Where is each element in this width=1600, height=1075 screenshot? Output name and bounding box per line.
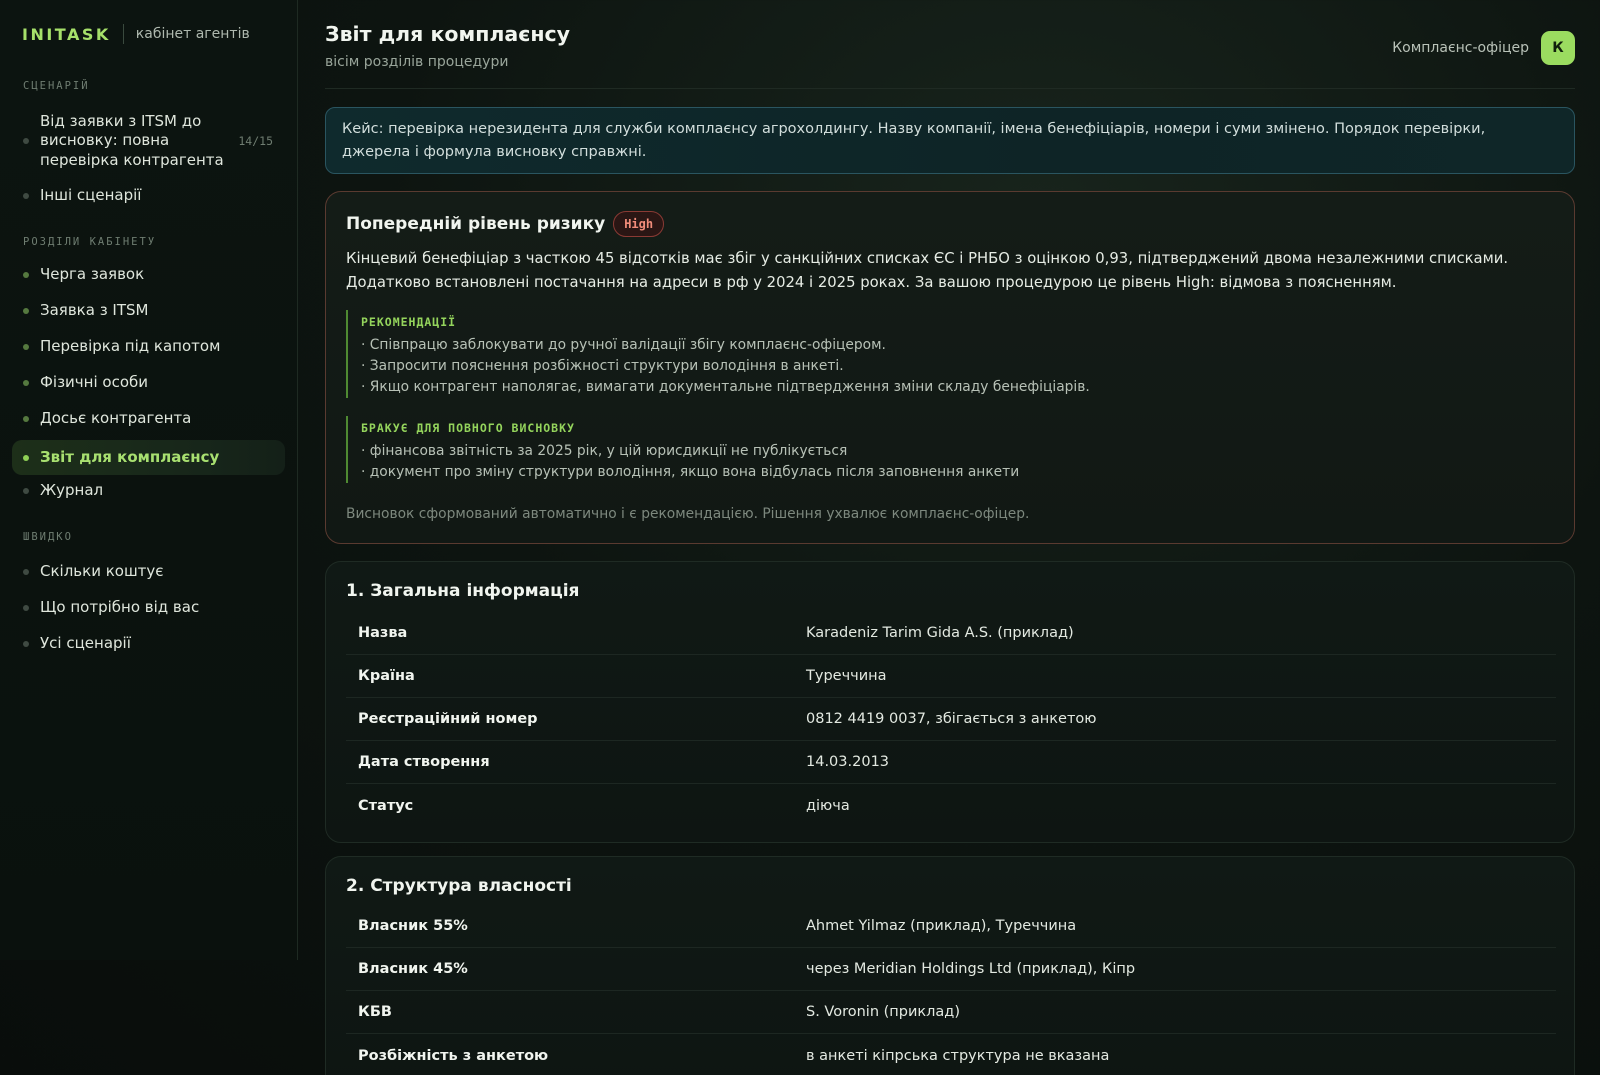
sidebar-item-label: Черга заявок bbox=[40, 265, 145, 284]
brand-subtitle: кабінет агентів bbox=[135, 26, 250, 42]
table-row: Власник 45% через Meridian Holdings Ltd … bbox=[346, 948, 1556, 991]
brand-divider bbox=[122, 24, 124, 44]
recommendation-item: · Якщо контрагент наполягає, вимагати до… bbox=[361, 379, 1090, 395]
ownership-structure-card: 2. Структура власності Власник 55% Ahmet… bbox=[325, 856, 1575, 1075]
row-value: Karadeniz Tarim Gida A.S. (приклад) bbox=[806, 625, 1074, 641]
section-title-scenario: СЦЕНАРІЙ bbox=[23, 80, 90, 92]
row-key: Дата створення bbox=[358, 754, 490, 770]
general-info-card: 1. Загальна інформація Назва Karadeniz T… bbox=[325, 561, 1575, 843]
bullet-icon bbox=[23, 138, 29, 144]
recommendations-title: РЕКОМЕНДАЦІЇ bbox=[361, 315, 457, 329]
risk-footnote: Висновок сформований автоматично і є рек… bbox=[346, 506, 1030, 522]
sidebar-item-requirements[interactable]: Що потрібно від вас bbox=[12, 594, 285, 622]
missing-data-title: БРАКУЄ ДЛЯ ПОВНОГО ВИСНОВКУ bbox=[361, 421, 575, 435]
bullet-icon bbox=[23, 308, 29, 314]
user-role: Комплаєнс-офіцер bbox=[1392, 40, 1529, 56]
sidebar-item-label: Що потрібно від вас bbox=[40, 598, 200, 617]
section-title-cabinet: РОЗДІЛИ КАБІНЕТУ bbox=[23, 236, 157, 248]
row-key: КБВ bbox=[358, 1004, 392, 1020]
sidebar-item-pricing[interactable]: Скільки коштує bbox=[12, 558, 285, 586]
row-key: Розбіжність з анкетою bbox=[358, 1047, 549, 1064]
row-key: Власник 45% bbox=[358, 961, 468, 977]
recommendation-item: · Співпрацю заблокувати до ручної валіда… bbox=[361, 337, 886, 353]
user-menu[interactable]: Комплаєнс-офіцер К bbox=[1392, 31, 1575, 65]
bullet-icon bbox=[23, 416, 29, 422]
recommendation-item: · Запросити пояснення розбіжності структ… bbox=[361, 358, 844, 374]
table-row: Дата створення 14.03.2013 bbox=[346, 741, 1556, 784]
row-key: Назва bbox=[358, 625, 408, 641]
sidebar-item-full-check[interactable]: Від заявки з ITSM до висновку: повна пер… bbox=[12, 112, 285, 170]
row-value: Ahmet Yilmaz (приклад), Туреччина bbox=[806, 918, 1077, 934]
row-value: діюча bbox=[806, 797, 850, 814]
sidebar-item-label: Заявка з ITSM bbox=[40, 301, 149, 320]
bullet-icon bbox=[23, 605, 29, 611]
missing-data-block: БРАКУЄ ДЛЯ ПОВНОГО ВИСНОВКУ · фінансова … bbox=[346, 416, 1446, 483]
bullet-icon bbox=[23, 193, 29, 199]
sidebar-item-queue[interactable]: Черга заявок bbox=[12, 261, 285, 289]
sidebar-item-dossier[interactable]: Досьє контрагента bbox=[12, 405, 285, 433]
table-row: Власник 55% Ahmet Yilmaz (приклад), Туре… bbox=[346, 905, 1556, 948]
bullet-icon bbox=[23, 569, 29, 575]
brand: INITASK кабінет агентів bbox=[22, 24, 250, 44]
sidebar-item-journal[interactable]: Журнал bbox=[12, 477, 285, 505]
row-key: Власник 55% bbox=[358, 918, 468, 934]
sidebar-item-label: Досьє контрагента bbox=[40, 409, 192, 428]
table-row: Країна Туреччина bbox=[346, 655, 1556, 698]
page-title: Звіт для комплаєнсу bbox=[325, 22, 571, 46]
sidebar-item-label: Звіт для комплаєнсу bbox=[40, 447, 220, 466]
sidebar-item-label: Перевірка під капотом bbox=[40, 337, 221, 356]
row-key: Реєстраційний номер bbox=[358, 711, 538, 727]
recommendations-block: РЕКОМЕНДАЦІЇ · Співпрацю заблокувати до … bbox=[346, 310, 1446, 398]
row-value: 14.03.2013 bbox=[806, 754, 890, 770]
section-title: 1. Загальна інформація bbox=[346, 581, 580, 601]
table-row: КБВ S. Voronin (приклад) bbox=[346, 991, 1556, 1034]
section-title: 2. Структура власності bbox=[346, 876, 572, 896]
row-value: в анкеті кіпрська структура не вказана bbox=[806, 1047, 1110, 1064]
sidebar-item-individuals[interactable]: Фізичні особи bbox=[12, 369, 285, 397]
missing-data-item: · документ про зміну структури володіння… bbox=[361, 464, 1020, 480]
header-divider bbox=[325, 88, 1575, 89]
bullet-icon bbox=[23, 380, 29, 386]
table-row: Розбіжність з анкетою в анкеті кіпрська … bbox=[346, 1034, 1556, 1075]
table-row: Назва Karadeniz Tarim Gida A.S. (приклад… bbox=[346, 612, 1556, 655]
sidebar-item-itsm-request[interactable]: Заявка з ITSM bbox=[12, 297, 285, 325]
sidebar-item-label: Від заявки з ITSM до висновку: повна пер… bbox=[40, 111, 224, 169]
risk-header: Попередній рівень ризику High bbox=[346, 211, 665, 237]
bullet-icon bbox=[23, 488, 29, 494]
case-banner: Кейс: перевірка нерезидента для служби к… bbox=[325, 107, 1575, 174]
row-value: через Meridian Holdings Ltd (приклад), К… bbox=[806, 961, 1136, 977]
bullet-icon bbox=[23, 272, 29, 278]
table-row: Статус діюча bbox=[346, 784, 1556, 827]
bullet-icon bbox=[23, 641, 29, 647]
missing-data-item: · фінансова звітність за 2025 рік, у цій… bbox=[361, 443, 848, 459]
table-row: Реєстраційний номер 0812 4419 0037, збіг… bbox=[346, 698, 1556, 741]
brand-logo[interactable]: INITASK bbox=[22, 25, 111, 44]
sidebar-item-label: Скільки коштує bbox=[40, 562, 164, 581]
sidebar-item-label: Усі сценарії bbox=[40, 634, 131, 653]
sidebar-item-other-scenarios[interactable]: Інші сценарії bbox=[12, 182, 285, 210]
progress-count: 14/15 bbox=[238, 134, 273, 148]
row-value: S. Voronin (приклад) bbox=[806, 1004, 960, 1020]
avatar[interactable]: К bbox=[1541, 31, 1575, 65]
risk-title: Попередній рівень ризику bbox=[346, 214, 606, 234]
row-key: Країна bbox=[358, 668, 415, 684]
sidebar-item-under-the-hood[interactable]: Перевірка під капотом bbox=[12, 333, 285, 361]
page-subtitle: вісім розділів процедури bbox=[325, 54, 509, 70]
sidebar-item-compliance-report[interactable]: Звіт для комплаєнсу bbox=[12, 440, 285, 475]
sidebar-item-all-scenarios[interactable]: Усі сценарії bbox=[12, 630, 285, 658]
sidebar-item-label: Журнал bbox=[40, 481, 104, 500]
risk-summary: Кінцевий бенефіціар з часткою 45 відсотк… bbox=[346, 250, 1509, 291]
bullet-icon bbox=[23, 454, 29, 461]
row-value: 0812 4419 0037, збігається з анкетою bbox=[806, 711, 1097, 727]
row-key: Статус bbox=[358, 797, 414, 814]
sidebar-item-label: Інші сценарії bbox=[40, 186, 142, 205]
sidebar: INITASK кабінет агентів СЦЕНАРІЙ Від зая… bbox=[0, 0, 298, 960]
risk-card: Попередній рівень ризику High Кінцевий б… bbox=[325, 191, 1575, 544]
section-title-quick: ШВИДКО bbox=[23, 531, 73, 543]
sidebar-item-label: Фізичні особи bbox=[40, 373, 149, 392]
bullet-icon bbox=[23, 344, 29, 350]
risk-level-badge: High bbox=[613, 211, 665, 237]
row-value: Туреччина bbox=[806, 668, 887, 684]
